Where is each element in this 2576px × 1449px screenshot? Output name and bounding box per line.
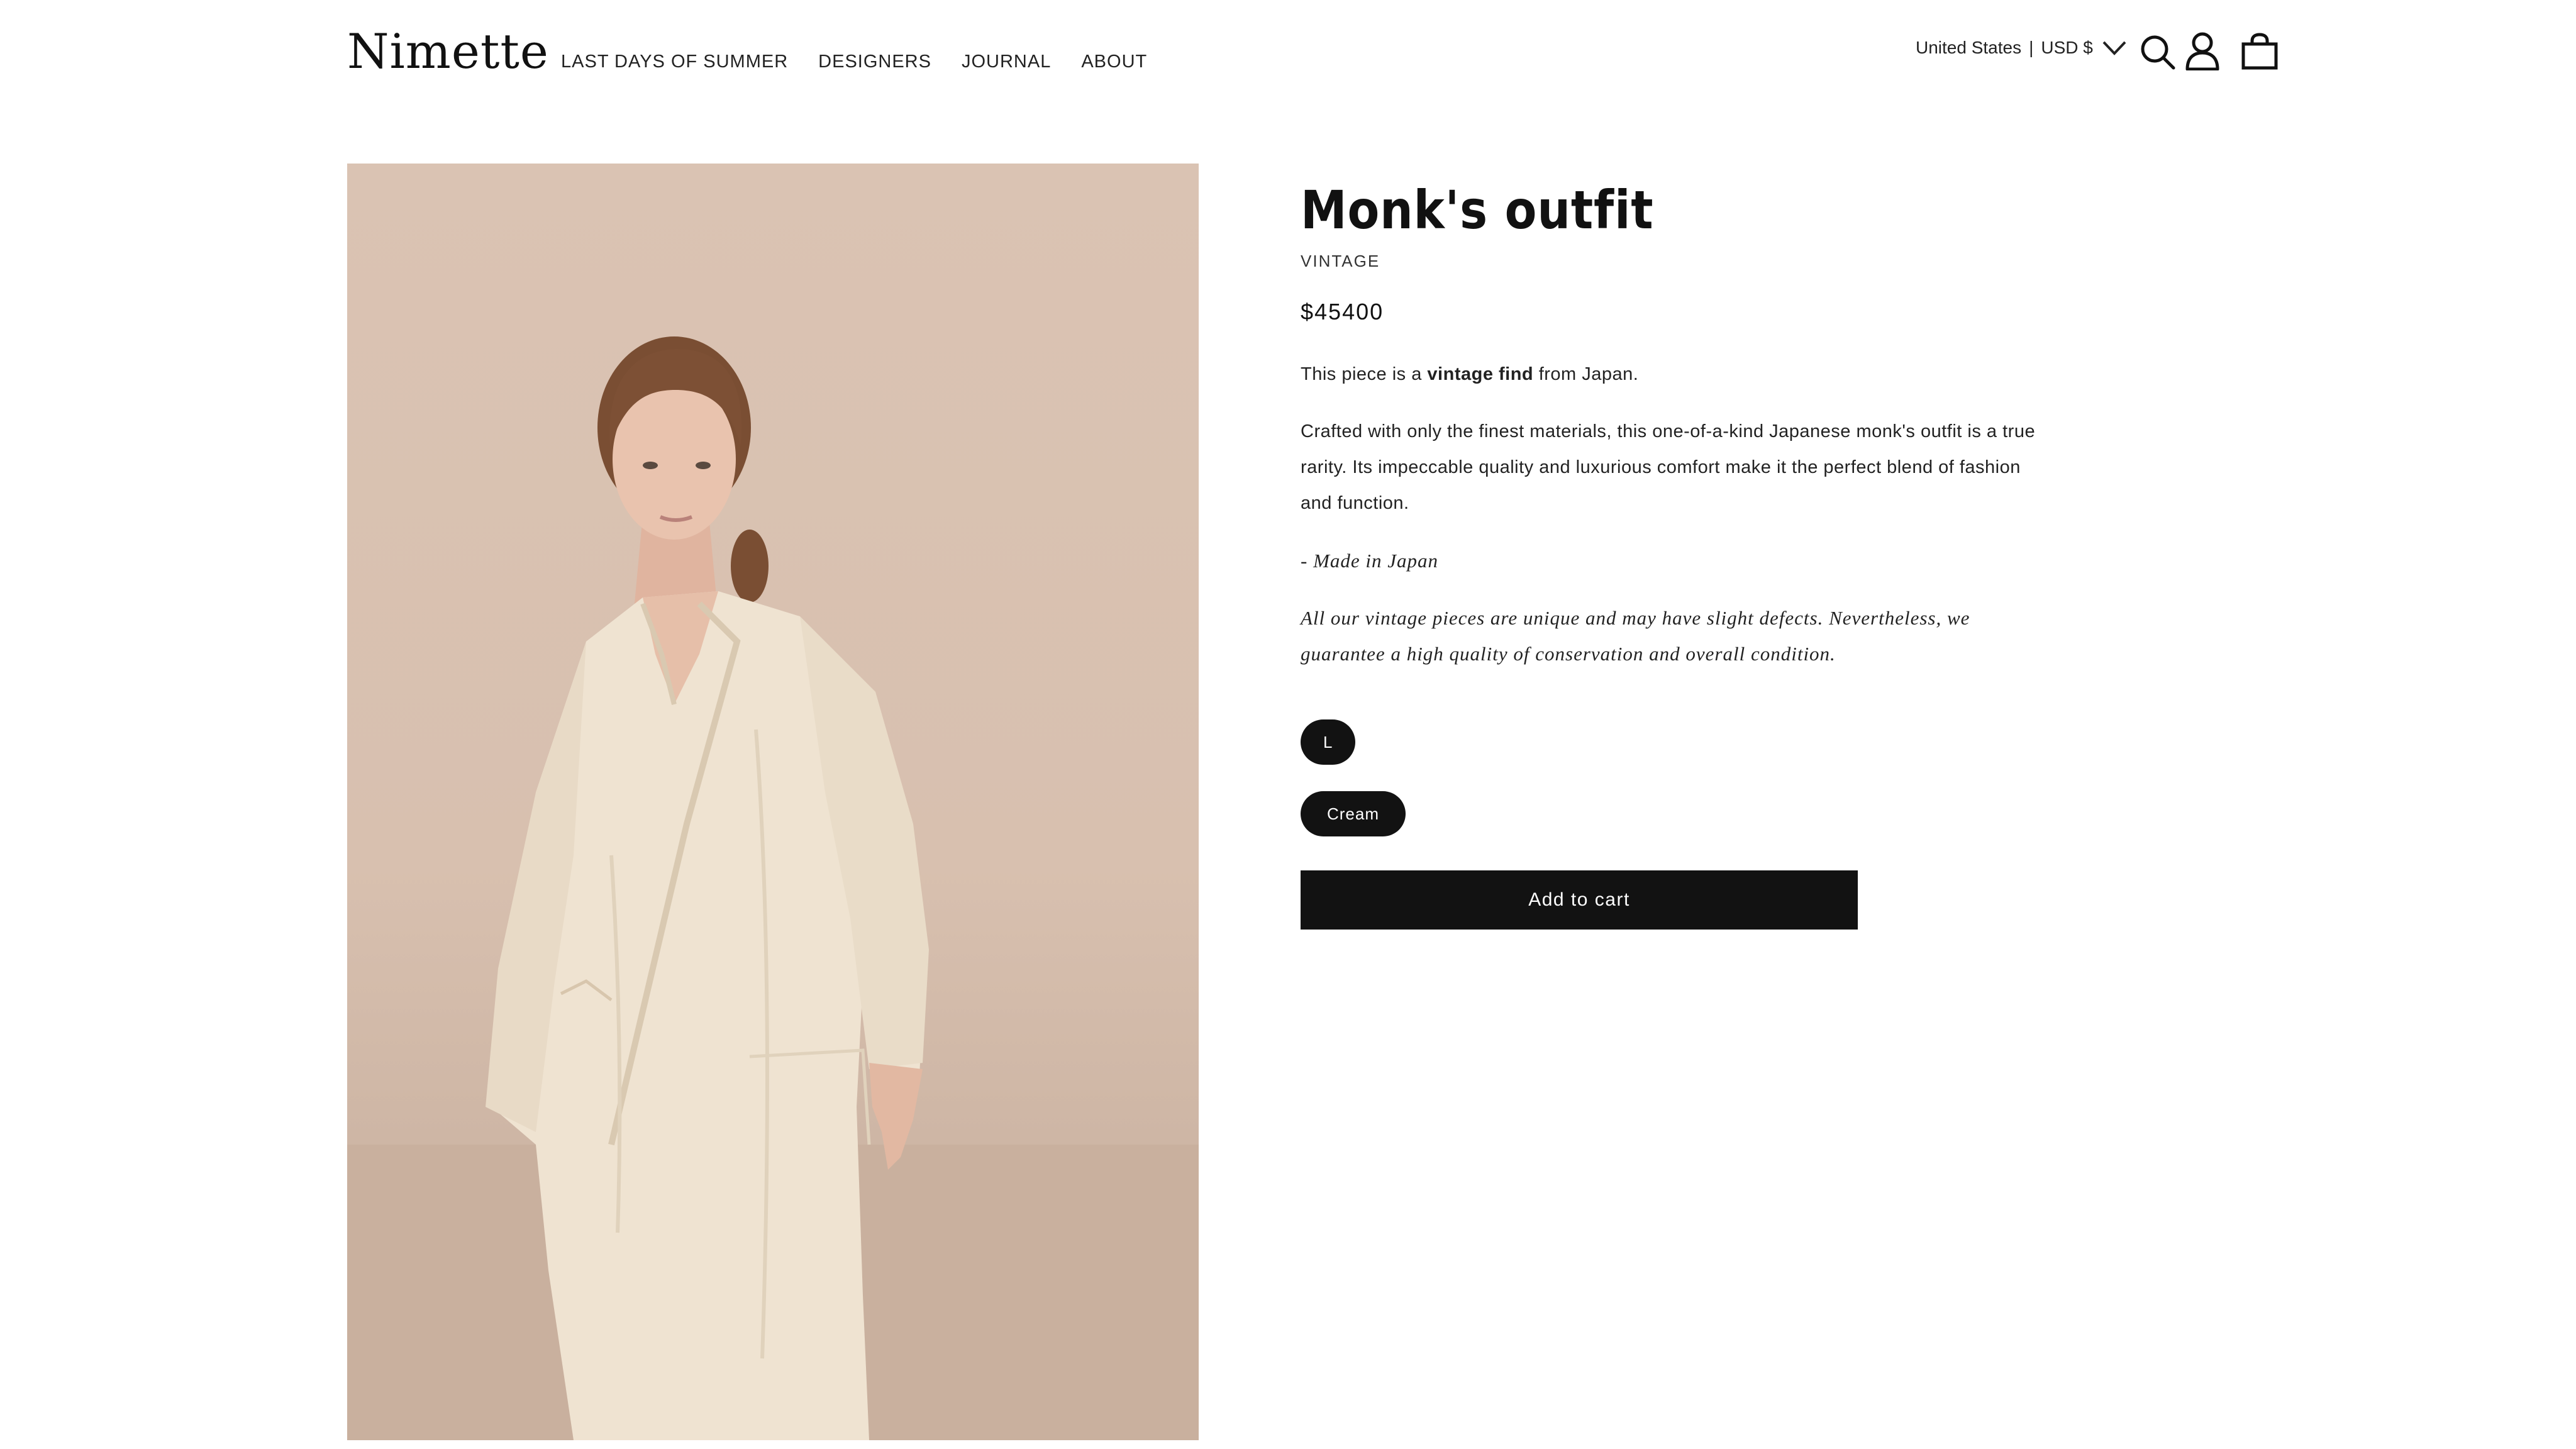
intro-bold: vintage find <box>1427 364 1534 384</box>
chevron-down-icon <box>2102 41 2126 55</box>
product-title: Monk's outfit <box>1301 179 1654 241</box>
description-body: Crafted with only the finest materials, … <box>1301 421 2036 513</box>
cart-icon[interactable] <box>2241 33 2279 70</box>
product-price: $45400 <box>1301 299 1384 325</box>
description-origin: - Made in Japan <box>1301 550 1439 572</box>
description-disclaimer: All our vintage pieces are unique and ma… <box>1301 607 1970 665</box>
locale-currency: USD $ <box>2041 38 2093 57</box>
nav-journal[interactable]: JOURNAL <box>962 53 1051 71</box>
locale-separator: | <box>2029 38 2034 57</box>
product-info: Monk's outfit VINTAGE $45400 This piece … <box>1301 184 2055 930</box>
add-to-cart-button[interactable]: Add to cart <box>1301 870 1858 930</box>
intro-prefix: This piece is a <box>1301 364 1422 384</box>
product-photo <box>347 336 1199 1440</box>
main-nav: LAST DAYS OF SUMMER DESIGNERS JOURNAL AB… <box>561 53 1147 71</box>
size-option-l[interactable]: L <box>1301 719 1356 765</box>
site-logo[interactable]: Nimette <box>347 28 549 75</box>
color-option-cream[interactable]: Cream <box>1301 791 1406 836</box>
locale-selector[interactable]: United States | USD $ <box>1916 38 2127 58</box>
product-vendor: VINTAGE <box>1301 252 1380 270</box>
product-description: This piece is a vintage find from Japan.… <box>1301 357 2055 672</box>
search-icon[interactable] <box>2140 34 2176 70</box>
nav-about[interactable]: ABOUT <box>1081 53 1147 71</box>
product-image[interactable] <box>347 164 1199 1440</box>
locale-country: United States <box>1916 38 2022 57</box>
account-icon[interactable] <box>2185 31 2220 70</box>
nav-designers[interactable]: DESIGNERS <box>818 53 931 71</box>
description-intro: This piece is a vintage find from Japan. <box>1301 357 2055 392</box>
site-header: Nimette LAST DAYS OF SUMMER DESIGNERS JO… <box>0 0 2576 126</box>
nav-last-days-of-summer[interactable]: LAST DAYS OF SUMMER <box>561 53 788 71</box>
intro-suffix: from Japan. <box>1538 364 1639 384</box>
